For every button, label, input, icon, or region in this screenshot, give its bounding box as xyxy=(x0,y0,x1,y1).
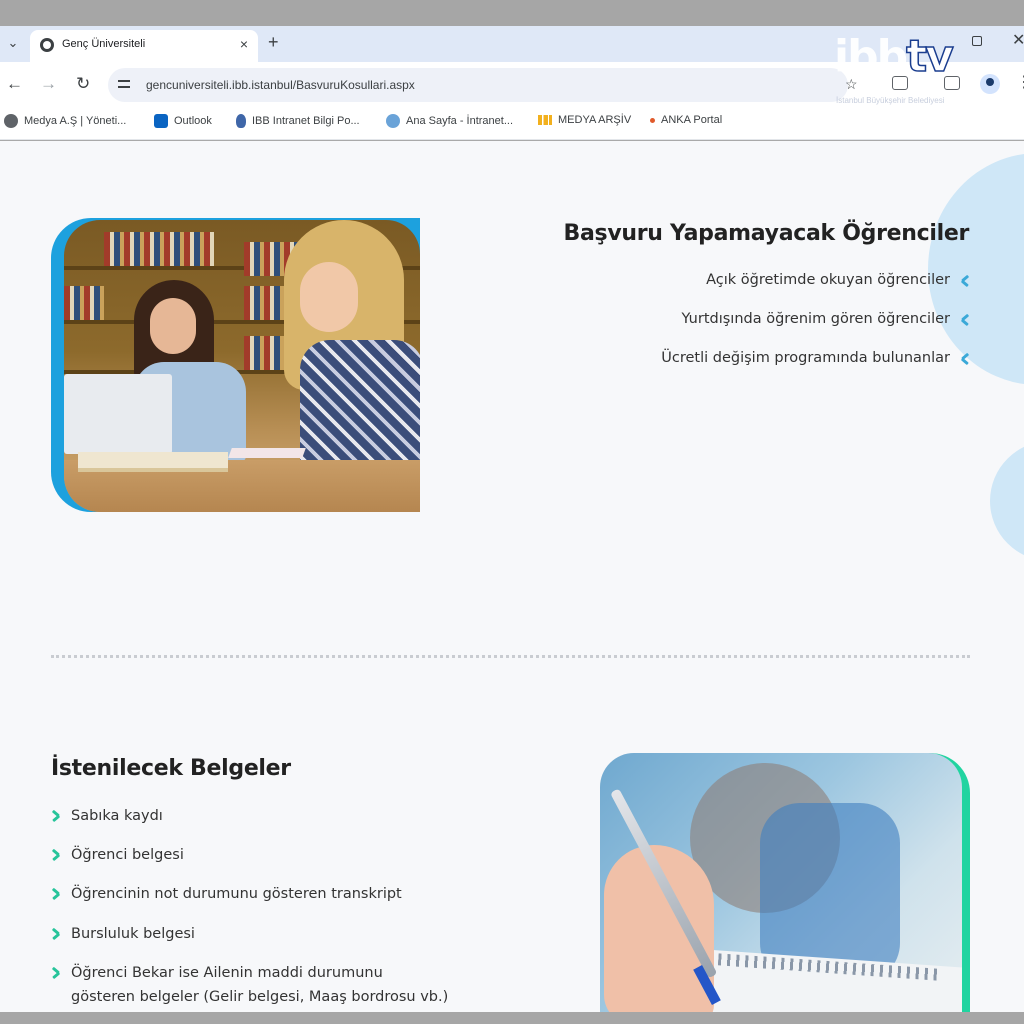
chevron-right-icon xyxy=(50,965,64,981)
bookmark-ana-sayfa[interactable]: Ana Sayfa - İntranet... xyxy=(386,114,513,128)
bookmark-label: Outlook xyxy=(174,115,212,127)
tab-search-button[interactable]: ⌄ xyxy=(4,34,22,52)
watermark-tagline: İstanbul Büyükşehir Belediyesi xyxy=(836,96,945,105)
address-bar[interactable]: gencuniversiteli.ibb.istanbul/BasvuruKos… xyxy=(108,68,848,102)
chevron-left-icon xyxy=(957,273,971,289)
tab-close-button[interactable]: × xyxy=(240,36,248,52)
bookmark-label: MEDYA ARŞİV xyxy=(558,114,632,126)
bookmark-label: Medya A.Ş | Yöneti... xyxy=(24,115,127,127)
profile-avatar-icon[interactable] xyxy=(980,74,1000,94)
section-title-documents: İstenilecek Belgeler xyxy=(51,756,291,781)
maximize-icon[interactable] xyxy=(972,36,982,46)
bookmark-outlook[interactable]: Outlook xyxy=(154,114,212,128)
globe-icon xyxy=(40,38,54,52)
document-item: Sabıka kaydı xyxy=(71,808,163,824)
laptop xyxy=(64,374,172,454)
archive-icon xyxy=(538,115,552,125)
tab-title: Genç Üniversiteli xyxy=(62,38,146,50)
reload-button[interactable]: ↻ xyxy=(76,74,90,94)
section-divider xyxy=(51,655,970,658)
decorative-blob xyxy=(990,441,1024,561)
watermark-brand: ibb xyxy=(834,31,908,82)
chevron-right-icon xyxy=(50,926,64,942)
browser-tab[interactable]: Genç Üniversiteli × xyxy=(30,30,258,62)
bookmark-medya-arsiv[interactable]: MEDYA ARŞİV xyxy=(538,114,631,126)
watermark-suffix: tv xyxy=(905,31,954,83)
bookmark-label: Ana Sayfa - İntranet... xyxy=(406,115,514,127)
globe-icon xyxy=(4,114,18,128)
screen-border-bottom xyxy=(0,1012,1024,1024)
screen-border-top xyxy=(0,0,1024,26)
anka-icon xyxy=(650,117,655,123)
outlook-icon xyxy=(154,114,168,128)
chevron-right-icon xyxy=(50,886,64,902)
students-library-photo xyxy=(64,220,420,512)
forward-button[interactable]: → xyxy=(40,74,57,94)
ineligible-item: Ücretli değişim programında bulunanlar xyxy=(661,350,950,366)
paper xyxy=(228,448,306,458)
url-text[interactable]: gencuniversiteli.ibb.istanbul/BasvuruKos… xyxy=(146,78,415,92)
document-item-continued: gösteren belgeler (Gelir belgesi, Maaş b… xyxy=(71,989,449,1005)
chevron-right-icon xyxy=(50,847,64,863)
bookmark-medya[interactable]: Medya A.Ş | Yöneti... xyxy=(4,114,126,128)
page-content: Başvuru Yapamayacak Öğrenciler Açık öğre… xyxy=(0,141,1024,1012)
chevron-left-icon xyxy=(957,351,971,367)
ineligible-item: Açık öğretimde okuyan öğrenciler xyxy=(706,272,950,288)
ibbtv-watermark-logo: ibbtv xyxy=(834,31,955,83)
new-tab-button[interactable]: + xyxy=(268,32,279,53)
bookmark-label: ANKA Portal xyxy=(661,114,723,126)
document-item: Öğrenci Bekar ise Ailenin maddi durumunu xyxy=(71,965,383,981)
writing-hand-photo xyxy=(600,753,962,1012)
ineligible-item: Yurtdışında öğrenim gören öğrenciler xyxy=(681,311,950,327)
document-item: Öğrencinin not durumunu gösteren transkr… xyxy=(71,886,402,902)
chevron-right-icon xyxy=(50,808,64,824)
bookmark-label: IBB Intranet Bilgi Po... xyxy=(252,115,360,127)
document-item: Öğrenci belgesi xyxy=(71,847,184,863)
back-button[interactable]: ← xyxy=(6,74,23,94)
document-item: Bursluluk belgesi xyxy=(71,926,195,942)
bookmark-anka-portal[interactable]: ANKA Portal xyxy=(650,114,722,126)
site-settings-icon[interactable] xyxy=(118,77,134,91)
tulip-icon xyxy=(236,114,246,128)
book-stack xyxy=(78,452,228,472)
bookmark-ibb-intranet[interactable]: IBB Intranet Bilgi Po... xyxy=(236,114,360,128)
window-close-button[interactable]: ✕ xyxy=(1012,30,1024,50)
browser-menu-button[interactable]: ⋮ xyxy=(1016,72,1024,92)
intranet-icon xyxy=(386,114,400,128)
chevron-left-icon xyxy=(957,312,971,328)
section-title-ineligible: Başvuru Yapamayacak Öğrenciler xyxy=(563,221,970,246)
